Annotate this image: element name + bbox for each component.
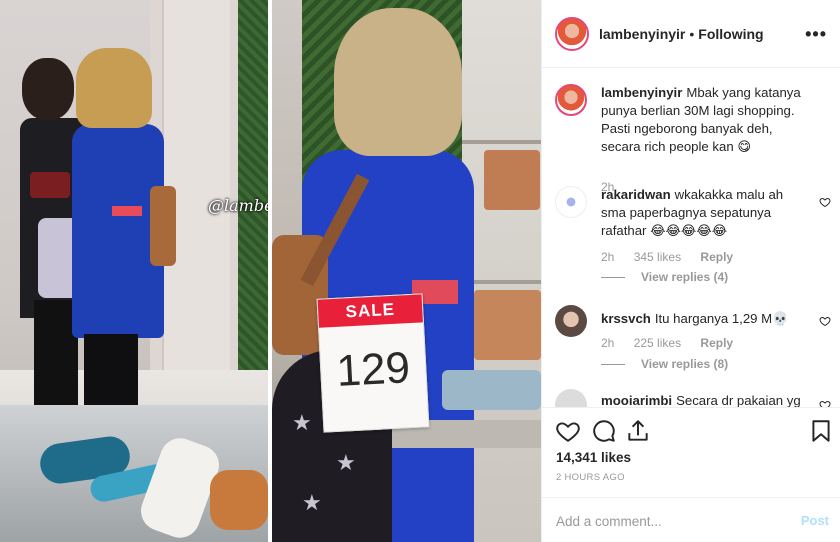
hedge-wall	[238, 0, 268, 380]
following-button[interactable]: Following	[698, 26, 763, 42]
comment-body: mooiarimbi Secara dr pakaian yg	[601, 392, 811, 407]
avatar[interactable]	[555, 16, 589, 51]
share-icon[interactable]	[625, 418, 651, 444]
brown-backpack	[150, 186, 176, 266]
photo-right-closeup: ★ ★ ★ SALE 129	[272, 0, 541, 542]
view-replies-label: View replies (4)	[641, 270, 729, 284]
view-replies-button[interactable]: View replies (4)	[601, 270, 728, 284]
woman-blonde-hair	[76, 48, 152, 128]
post-timestamp[interactable]: 2 HOURS AGO	[556, 472, 625, 483]
comment-username[interactable]: rakaridwan	[601, 187, 671, 202]
comment-meta: 2h 225 likes Reply	[601, 336, 749, 350]
heart-icon[interactable]	[819, 399, 831, 407]
boy-head	[22, 58, 74, 120]
divider-line	[601, 364, 625, 366]
comment-meta: 2h 345 likes Reply	[601, 250, 749, 264]
comment-likes[interactable]: 345 likes	[634, 250, 681, 264]
divider-line	[601, 277, 625, 279]
header-username[interactable]: lambenyinyir	[599, 26, 685, 42]
photo-left-store-scene: @lambenyinyir	[0, 0, 268, 542]
door	[162, 0, 230, 370]
post-media[interactable]: @lambenyinyir ★ ★ ★ SALE 129	[0, 0, 541, 542]
woman-blonde-hair	[334, 8, 462, 156]
star-pattern-icon: ★	[302, 490, 322, 515]
avatar[interactable]	[555, 305, 587, 337]
comment-likes[interactable]: 225 likes	[634, 336, 681, 350]
comment-text: Secara dr pakaian yg	[676, 393, 801, 407]
comment-text: Itu harganya 1,29 M💀	[654, 311, 789, 326]
handbag	[474, 290, 541, 360]
post-sidebar: lambenyinyir • Following ••• lambenyinyi…	[541, 0, 840, 542]
post-actions: 14,341 likes 2 HOURS AGO Post	[542, 407, 840, 542]
reply-button[interactable]: Reply	[700, 336, 733, 350]
star-pattern-icon: ★	[336, 450, 356, 475]
comment-time[interactable]: 2h	[601, 250, 614, 264]
comment-time[interactable]: 2h	[601, 336, 614, 350]
avatar[interactable]	[555, 389, 587, 407]
comment-username[interactable]: mooiarimbi	[601, 393, 672, 407]
sale-price-tag: SALE 129	[316, 293, 430, 433]
sale-tag-price: 129	[335, 343, 412, 396]
view-replies-button[interactable]: View replies (8)	[601, 357, 728, 371]
watermark-text: @lambenyinyir	[208, 196, 268, 215]
sandal-tan	[210, 470, 268, 530]
post-button[interactable]: Post	[801, 513, 829, 528]
like-count[interactable]: 14,341 likes	[556, 450, 631, 465]
view-replies-label: View replies (8)	[641, 357, 729, 371]
instagram-post-modal: @lambenyinyir ★ ★ ★ SALE 129	[0, 0, 840, 542]
comment-form: Post	[542, 497, 840, 542]
separator-dot: •	[689, 25, 695, 42]
comment-icon[interactable]	[591, 418, 617, 444]
avatar[interactable]	[555, 84, 587, 116]
comment-body: krssvch Itu harganya 1,29 M💀	[601, 310, 811, 328]
post-header: lambenyinyir • Following •••	[542, 0, 840, 68]
heart-icon[interactable]	[819, 196, 831, 208]
comments-list[interactable]: lambenyinyir Mbak yang katanya punya berl…	[542, 69, 840, 407]
red-cuff	[112, 206, 142, 216]
comment-input[interactable]	[556, 512, 776, 530]
wallet	[30, 172, 70, 198]
shelf-edge	[462, 140, 541, 144]
star-pattern-icon: ★	[292, 410, 312, 435]
shoe-box	[442, 370, 541, 410]
comment-body: lambenyinyir Mbak yang katanya punya berl…	[601, 84, 811, 156]
handbag	[484, 150, 540, 210]
more-horizontal-icon[interactable]: •••	[805, 24, 827, 45]
comment-username[interactable]: lambenyinyir	[601, 85, 682, 100]
comment-body: rakaridwan wkakakka malu ah sma paperbagn…	[601, 186, 811, 240]
heart-icon[interactable]	[819, 315, 831, 327]
comment-username[interactable]: krssvch	[601, 311, 651, 326]
reply-button[interactable]: Reply	[700, 250, 733, 264]
heart-icon[interactable]	[555, 418, 581, 444]
avatar[interactable]	[555, 186, 587, 218]
bookmark-icon[interactable]	[808, 418, 834, 444]
